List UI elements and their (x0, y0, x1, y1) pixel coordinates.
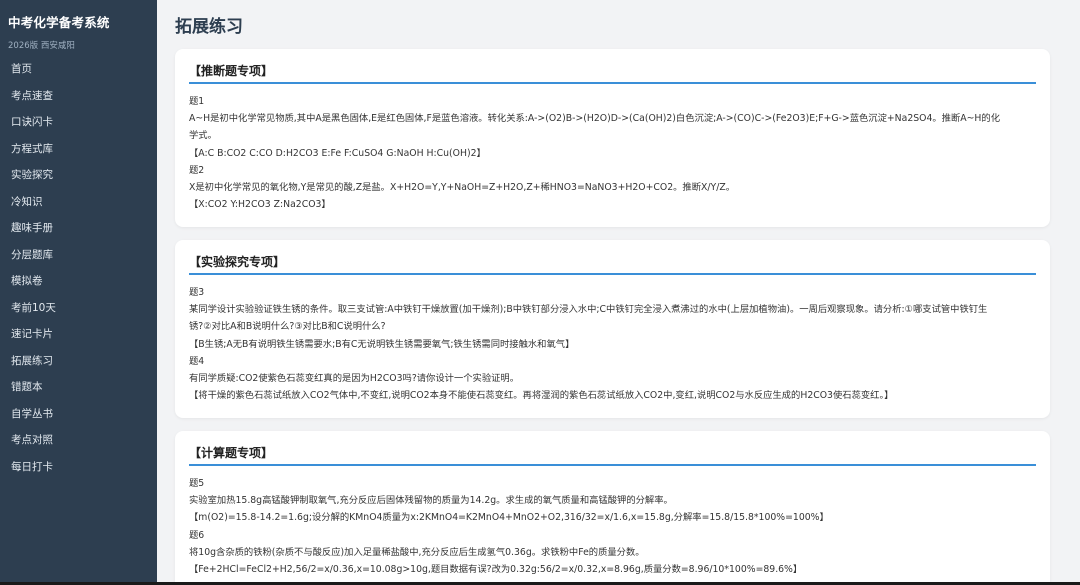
sidebar-item-fun-handbook[interactable]: 趣味手册 (0, 215, 157, 242)
sidebar-item-self-study[interactable]: 自学丛书 (0, 401, 157, 428)
sidebar: 中考化学备考系统 2026版 西安咸阳 首页 考点速查 口诀闪卡 方程式库 实验… (0, 0, 157, 585)
question-text: 学式。 (189, 130, 217, 142)
section-heading: 【实验探究专项】 (189, 240, 1036, 275)
question-text: 将10g含杂质的铁粉(杂质不与酸反应)加入足量稀盐酸中,充分反应后生成氢气0.3… (189, 546, 645, 558)
question-text: 有同学质疑:CO2使紫色石蕊变红真的是因为H2CO3吗?请你设计一个实验证明。 (189, 373, 520, 385)
question-text: 某同学设计实验验证铁生锈的条件。取三支试管:A中铁钉干燥放置(加干燥剂);B中铁… (189, 304, 988, 316)
answer-text: 【m(O2)=15.8-14.2=1.6g;设分解的KMnO4质量为x:2KMn… (189, 512, 829, 524)
brand: 中考化学备考系统 2026版 西安咸阳 (0, 0, 157, 51)
section-body: 题3 某同学设计实验验证铁生锈的条件。取三支试管:A中铁钉干燥放置(加干燥剂);… (175, 275, 1050, 404)
question-number: 题2 (189, 164, 205, 176)
answer-text: 【Fe+2HCl=FeCl2+H2,56/2=x/0.36,x=10.08g>1… (189, 564, 803, 576)
app-title: 中考化学备考系统 (8, 15, 110, 30)
section-heading: 【推断题专项】 (189, 49, 1036, 84)
sidebar-nav: 首页 考点速查 口诀闪卡 方程式库 实验探究 冷知识 趣味手册 分层题库 模拟卷… (0, 56, 157, 480)
section-card-calculation: 【计算题专项】 题5 实验室加热15.8g高锰酸钾制取氧气,充分反应后固体残留物… (175, 431, 1050, 585)
page-title: 拓展练习 (175, 17, 243, 37)
main-content: 拓展练习 【推断题专项】 题1 A~H是初中化学常见物质,其中A是黑色固体,E是… (157, 0, 1080, 585)
question-number: 题3 (189, 287, 205, 298)
section-body: 题1 A~H是初中化学常见物质,其中A是黑色固体,E是红色固体,F是蓝色溶液。转… (175, 84, 1050, 213)
app-subtitle: 2026版 西安咸阳 (8, 41, 75, 51)
answer-text: 【B生锈;A无B有说明铁生锈需要水;B有C无说明铁生锈需要氧气;铁生锈需同时接触… (189, 338, 575, 350)
sidebar-item-mock-exam[interactable]: 模拟卷 (0, 268, 157, 295)
sidebar-item-final-10-days[interactable]: 考前10天 (0, 295, 157, 322)
section-body: 题5 实验室加热15.8g高锰酸钾制取氧气,充分反应后固体残留物的质量为14.2… (175, 466, 1050, 578)
question-number: 题4 (189, 355, 205, 367)
section-card-experiment: 【实验探究专项】 题3 某同学设计实验验证铁生锈的条件。取三支试管:A中铁钉干燥… (175, 240, 1050, 418)
answer-text: 【将干燥的紫色石蕊试纸放入CO2气体中,不变红,说明CO2本身不能使石蕊变红。再… (189, 390, 894, 402)
sidebar-item-daily-checkin[interactable]: 每日打卡 (0, 454, 157, 481)
answer-text: 【A:C B:CO2 C:CO D:H2CO3 E:Fe F:CuSO4 G:N… (189, 147, 486, 159)
sidebar-item-quick-lookup[interactable]: 考点速查 (0, 83, 157, 110)
question-number: 题1 (189, 96, 205, 107)
answer-text: 【X:CO2 Y:H2CO3 Z:Na2CO3】 (189, 199, 331, 211)
section-heading: 【计算题专项】 (189, 431, 1036, 466)
question-text: X是初中化学常见的氧化物,Y是常见的酸,Z是盐。X+H2O=Y,Y+NaOH=Z… (189, 182, 735, 194)
sidebar-item-equations[interactable]: 方程式库 (0, 136, 157, 163)
sidebar-item-flashcards[interactable]: 速记卡片 (0, 321, 157, 348)
section-card-inference: 【推断题专项】 题1 A~H是初中化学常见物质,其中A是黑色固体,E是红色固体,… (175, 49, 1050, 227)
question-number: 题5 (189, 478, 205, 489)
sidebar-item-experiments[interactable]: 实验探究 (0, 162, 157, 189)
sidebar-item-home[interactable]: 首页 (0, 56, 157, 83)
sidebar-item-question-bank[interactable]: 分层题库 (0, 242, 157, 269)
sidebar-item-extended-practice[interactable]: 拓展练习 (0, 348, 157, 375)
sidebar-item-mnemonic-cards[interactable]: 口诀闪卡 (0, 109, 157, 136)
question-text: 实验室加热15.8g高锰酸钾制取氧气,充分反应后固体残留物的质量为14.2g。求… (189, 495, 673, 507)
question-number: 题6 (189, 529, 205, 541)
question-text: 锈?②对比A和B说明什么?③对比B和C说明什么? (189, 321, 386, 333)
sidebar-item-mistakes[interactable]: 错题本 (0, 374, 157, 401)
sidebar-item-topic-compare[interactable]: 考点对照 (0, 427, 157, 454)
question-text: A~H是初中化学常见物质,其中A是黑色固体,E是红色固体,F是蓝色溶液。转化关系… (189, 113, 1001, 125)
sidebar-item-trivia[interactable]: 冷知识 (0, 189, 157, 216)
